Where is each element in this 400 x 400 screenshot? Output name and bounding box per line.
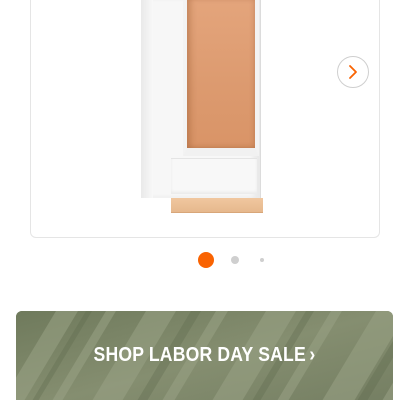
product-image-frame[interactable]: [30, 0, 380, 238]
next-image-button[interactable]: [337, 56, 369, 88]
cabinet-toe-kick: [171, 198, 263, 213]
chevron-right-icon: ›: [309, 344, 316, 366]
carousel-dot-active[interactable]: [198, 252, 214, 268]
carousel-dot[interactable]: [231, 256, 239, 264]
product-page: SHOP LABOR DAY SALE ›: [0, 0, 400, 400]
cabinet-drawer: [171, 158, 257, 194]
product-image-cabinet: [141, 0, 263, 213]
labor-day-sale-banner[interactable]: SHOP LABOR DAY SALE ›: [16, 311, 393, 400]
carousel-dots: [0, 252, 400, 268]
chevron-right-icon: [349, 65, 357, 79]
cabinet-side-panel: [141, 0, 153, 198]
banner-label: SHOP LABOR DAY SALE ›: [39, 344, 371, 367]
banner-label-text: SHOP LABOR DAY SALE: [93, 344, 306, 366]
cabinet-oven-opening: [183, 0, 259, 156]
carousel-dot[interactable]: [260, 258, 264, 262]
